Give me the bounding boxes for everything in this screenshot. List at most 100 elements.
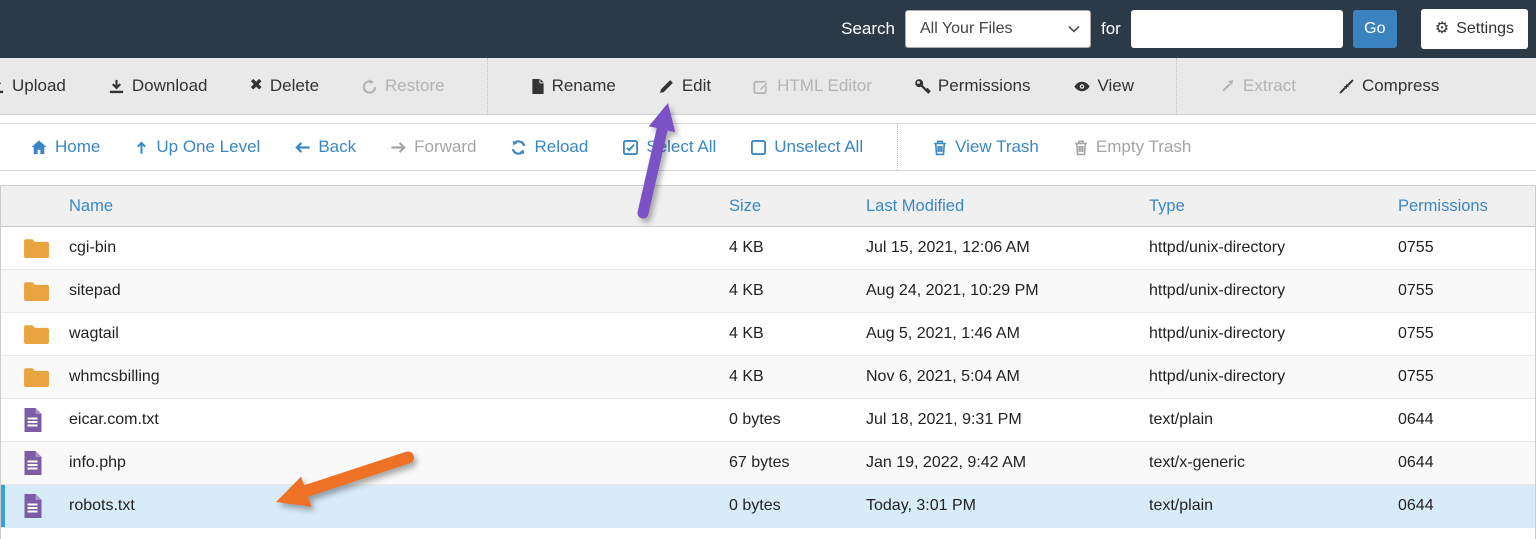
html-editor-button: HTML Editor bbox=[753, 76, 872, 96]
file-size-cell: 4 KB bbox=[729, 282, 764, 299]
checkbox-checked-icon bbox=[622, 139, 639, 156]
go-button[interactable]: Go bbox=[1352, 10, 1397, 48]
back-button[interactable]: Back bbox=[294, 137, 356, 157]
compress-button[interactable]: Compress bbox=[1338, 76, 1439, 96]
search-label: Search bbox=[841, 19, 895, 38]
file-size-cell: 4 KB bbox=[729, 239, 764, 256]
file-size-cell: 4 KB bbox=[729, 325, 764, 342]
file-name-cell: whmcsbilling bbox=[1, 368, 711, 388]
column-header-size[interactable]: Size bbox=[711, 197, 861, 216]
table-row[interactable]: cgi-bin 4 KB Jul 15, 2021, 12:06 AM http… bbox=[1, 227, 1535, 270]
settings-label: Settings bbox=[1456, 20, 1514, 37]
rename-button[interactable]: Rename bbox=[530, 76, 616, 96]
file-icon bbox=[23, 451, 43, 480]
for-label: for bbox=[1101, 19, 1121, 38]
restore-undo-icon bbox=[361, 78, 378, 95]
file-name-cell: robots.txt bbox=[1, 494, 711, 518]
empty-trash-button: Empty Trash bbox=[1073, 137, 1191, 157]
toolbar-separator bbox=[486, 58, 488, 114]
eye-icon bbox=[1073, 78, 1091, 95]
arrow-up-icon bbox=[134, 139, 149, 156]
delete-button[interactable]: ✖ Delete bbox=[249, 76, 319, 96]
file-name-cell: cgi-bin bbox=[1, 239, 711, 259]
file-type-cell: text/x-generic bbox=[1149, 454, 1246, 471]
toolbar-separator bbox=[1176, 58, 1178, 114]
upload-icon bbox=[0, 78, 5, 95]
view-button[interactable]: View bbox=[1073, 76, 1134, 96]
file-permissions-cell: 0644 bbox=[1398, 411, 1434, 428]
file-icon bbox=[23, 408, 43, 437]
view-trash-button[interactable]: View Trash bbox=[932, 137, 1039, 157]
file-table: Name Size Last Modified Type Permissions… bbox=[0, 185, 1536, 539]
file-modified-cell: Today, 3:01 PM bbox=[866, 497, 976, 514]
arrow-left-icon bbox=[294, 139, 311, 156]
restore-button: Restore bbox=[361, 76, 445, 96]
file-modified-cell: Aug 5, 2021, 1:46 AM bbox=[866, 325, 1020, 342]
file-type-cell: httpd/unix-directory bbox=[1149, 368, 1286, 385]
folder-icon bbox=[23, 325, 50, 349]
file-name-cell: eicar.com.txt bbox=[1, 408, 711, 432]
topbar: Search All Your Files for Go ⚙ Settings bbox=[0, 0, 1536, 58]
select-all-button[interactable]: Select All bbox=[622, 137, 716, 157]
column-header-permissions[interactable]: Permissions bbox=[1391, 197, 1535, 216]
table-row[interactable]: eicar.com.txt 0 bytes Jul 18, 2021, 9:31… bbox=[1, 399, 1535, 442]
column-header-type[interactable]: Type bbox=[1141, 197, 1391, 216]
rename-file-icon bbox=[530, 78, 545, 95]
download-icon bbox=[108, 78, 125, 95]
action-toolbar: Upload Download ✖ Delete Restore Rename … bbox=[0, 58, 1536, 115]
edit-pencil-icon bbox=[658, 78, 675, 95]
file-type-cell: httpd/unix-directory bbox=[1149, 239, 1286, 256]
reload-icon bbox=[510, 139, 527, 156]
search-scope-select[interactable]: All Your Files bbox=[905, 10, 1091, 48]
file-modified-cell: Jul 18, 2021, 9:31 PM bbox=[866, 411, 1022, 428]
up-one-level-button[interactable]: Up One Level bbox=[134, 137, 260, 157]
html-editor-icon bbox=[753, 78, 770, 95]
download-button[interactable]: Download bbox=[108, 76, 207, 96]
file-permissions-cell: 0644 bbox=[1398, 497, 1434, 514]
reload-button[interactable]: Reload bbox=[510, 137, 588, 157]
file-permissions-cell: 0755 bbox=[1398, 282, 1434, 299]
forward-button: Forward bbox=[390, 137, 476, 157]
checkbox-empty-icon bbox=[750, 139, 767, 156]
home-icon bbox=[30, 139, 48, 156]
home-button[interactable]: Home bbox=[30, 137, 100, 157]
table-body: cgi-bin 4 KB Jul 15, 2021, 12:06 AM http… bbox=[1, 227, 1535, 528]
table-row[interactable]: sitepad 4 KB Aug 24, 2021, 10:29 PM http… bbox=[1, 270, 1535, 313]
upload-button[interactable]: Upload bbox=[0, 76, 66, 96]
folder-icon bbox=[23, 368, 50, 392]
search-input[interactable] bbox=[1130, 10, 1343, 48]
file-icon bbox=[23, 494, 43, 523]
file-type-cell: text/plain bbox=[1149, 411, 1214, 428]
unselect-all-button[interactable]: Unselect All bbox=[750, 137, 863, 157]
file-modified-cell: Jan 19, 2022, 9:42 AM bbox=[866, 454, 1027, 471]
folder-icon bbox=[23, 239, 50, 263]
file-permissions-cell: 0755 bbox=[1398, 368, 1434, 385]
delete-x-icon: ✖ bbox=[249, 77, 263, 94]
column-header-name[interactable]: Name bbox=[1, 197, 711, 216]
table-row[interactable]: whmcsbilling 4 KB Nov 6, 2021, 5:04 AM h… bbox=[1, 356, 1535, 399]
extract-button: Extract bbox=[1219, 76, 1296, 96]
file-permissions-cell: 0644 bbox=[1398, 454, 1434, 471]
table-row[interactable]: wagtail 4 KB Aug 5, 2021, 1:46 AM httpd/… bbox=[1, 313, 1535, 356]
nav-toolbar: Home Up One Level Back Forward Reload Se… bbox=[0, 123, 1536, 171]
column-header-last-modified[interactable]: Last Modified bbox=[861, 197, 1141, 216]
table-row[interactable]: robots.txt 0 bytes Today, 3:01 PM text/p… bbox=[1, 485, 1535, 528]
file-modified-cell: Aug 24, 2021, 10:29 PM bbox=[866, 282, 1039, 299]
permissions-button[interactable]: Permissions bbox=[914, 76, 1031, 96]
file-permissions-cell: 0755 bbox=[1398, 325, 1434, 342]
table-header: Name Size Last Modified Type Permissions bbox=[1, 185, 1535, 227]
file-name-cell: wagtail bbox=[1, 325, 711, 345]
file-size-cell: 4 KB bbox=[729, 368, 764, 385]
navbar-separator bbox=[897, 124, 899, 170]
chevron-down-icon bbox=[1068, 25, 1080, 33]
settings-button[interactable]: ⚙ Settings bbox=[1420, 9, 1528, 49]
file-name-cell: sitepad bbox=[1, 282, 711, 302]
folder-icon bbox=[23, 282, 50, 306]
file-modified-cell: Jul 15, 2021, 12:06 AM bbox=[866, 239, 1030, 256]
trash-icon bbox=[1073, 139, 1089, 156]
gear-icon: ⚙ bbox=[1434, 20, 1450, 37]
file-type-cell: httpd/unix-directory bbox=[1149, 325, 1286, 342]
edit-button[interactable]: Edit bbox=[658, 76, 711, 96]
table-row[interactable]: info.php 67 bytes Jan 19, 2022, 9:42 AM … bbox=[1, 442, 1535, 485]
file-size-cell: 0 bytes bbox=[729, 497, 781, 514]
